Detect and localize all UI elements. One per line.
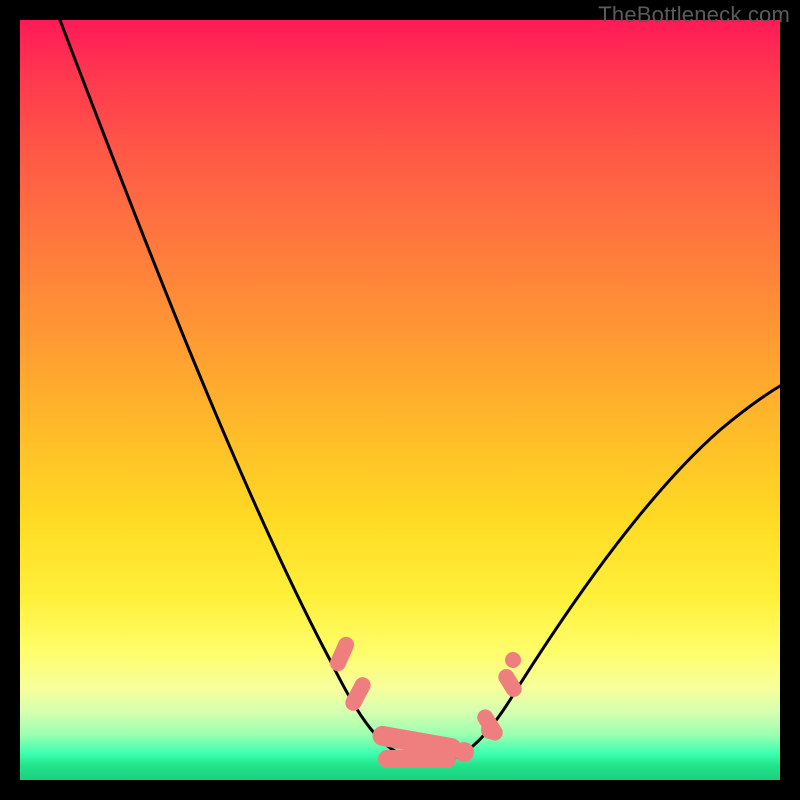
curve-layer [20,20,780,780]
bottleneck-curve [60,20,780,762]
chart-frame: TheBottleneck.com [0,0,800,800]
highlight-cluster [327,634,524,768]
watermark-text: TheBottleneck.com [598,2,790,28]
